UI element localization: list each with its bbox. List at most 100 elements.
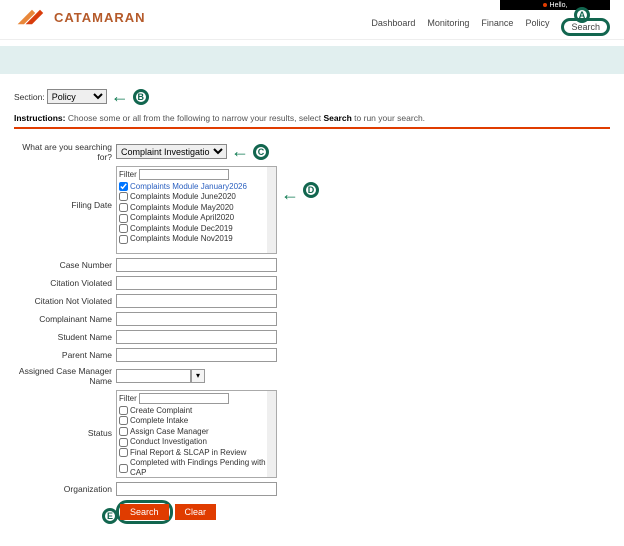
status-listbox[interactable]: Filter Create ComplaintComplete IntakeAs…: [116, 390, 277, 478]
option-label: Complaints Module April2020: [130, 213, 234, 223]
assigned-manager-dropdown-button[interactable]: ▾: [191, 369, 205, 383]
checkbox[interactable]: [119, 416, 128, 425]
search-for-select[interactable]: Complaint Investigation: [116, 144, 227, 159]
option-label: Complaints Module Dec2019: [130, 224, 233, 234]
assigned-manager-input[interactable]: [116, 369, 191, 383]
citation-not-violated-row: Citation Not Violated: [14, 294, 610, 308]
assigned-manager-combo[interactable]: ▾: [116, 369, 205, 383]
filing-date-filter-input[interactable]: [139, 169, 229, 180]
option-label: Conduct Investigation: [130, 437, 207, 447]
filing-date-option[interactable]: Complaints Module May2020: [119, 202, 274, 213]
header-band: [0, 46, 624, 74]
checkbox[interactable]: [119, 203, 128, 212]
brand-logo: CATAMARAN: [16, 8, 146, 26]
button-row: E Search Clear: [14, 500, 610, 524]
complainant-name-input[interactable]: [116, 312, 277, 326]
filing-date-option[interactable]: Complaints Module January2026: [119, 181, 274, 192]
marker-b: B: [133, 89, 149, 105]
nav-monitoring[interactable]: Monitoring: [427, 18, 469, 36]
filter-label: Filter: [119, 394, 137, 403]
status-option[interactable]: Create Complaint: [119, 405, 274, 416]
section-row: Section: Policy ← B: [14, 86, 610, 107]
filing-date-option[interactable]: Complaints Module Dec2019: [119, 223, 274, 234]
marker-d: D: [303, 182, 319, 198]
status-option[interactable]: Final Report & SLCAP in Review: [119, 447, 274, 458]
organization-row: Organization: [14, 482, 610, 496]
hello-text: Hello,: [550, 2, 568, 9]
citation-not-violated-input[interactable]: [116, 294, 277, 308]
instructions: Instructions: Choose some or all from th…: [14, 113, 610, 123]
citation-violated-input[interactable]: [116, 276, 277, 290]
filing-date-option[interactable]: Complaints Module June2020: [119, 192, 274, 203]
checkbox[interactable]: [119, 235, 128, 244]
marker-e: E: [102, 508, 118, 524]
checkbox[interactable]: [119, 182, 128, 191]
filter-label: Filter: [119, 170, 137, 179]
section-label: Section:: [14, 92, 45, 102]
main-nav: Dashboard Monitoring Finance Policy Sear…: [371, 18, 610, 36]
checkbox[interactable]: [119, 192, 128, 201]
filing-date-row: Filing Date Filter Complaints Module Jan…: [14, 166, 610, 254]
option-label: Completed with Findings Pending with CAP: [130, 458, 274, 477]
top-bar: CATAMARAN Hello, A Dashboard Monitoring …: [0, 0, 624, 40]
status-option[interactable]: Conduct Investigation: [119, 437, 274, 448]
scrollbar[interactable]: [267, 167, 276, 253]
organization-input[interactable]: [116, 482, 277, 496]
complainant-name-label: Complainant Name: [14, 314, 116, 324]
filing-date-listbox[interactable]: Filter Complaints Module January2026Comp…: [116, 166, 277, 254]
citation-not-violated-label: Citation Not Violated: [14, 296, 116, 306]
option-label: Complaints Module June2020: [130, 192, 236, 202]
nav-search[interactable]: Search: [561, 18, 610, 36]
marker-c: C: [253, 144, 269, 160]
clear-button[interactable]: Clear: [175, 504, 217, 520]
nav-dashboard[interactable]: Dashboard: [371, 18, 415, 36]
student-name-label: Student Name: [14, 332, 116, 342]
arrow-icon: ←: [281, 184, 299, 205]
arrow-icon: ←: [111, 86, 129, 107]
instructions-bold: Search: [323, 113, 351, 123]
checkbox[interactable]: [119, 438, 128, 447]
search-highlight-ring: Search: [116, 500, 173, 524]
catamaran-icon: [16, 8, 48, 26]
filing-date-option[interactable]: Complaints Module April2020: [119, 213, 274, 224]
nav-finance[interactable]: Finance: [481, 18, 513, 36]
case-number-input[interactable]: [116, 258, 277, 272]
case-number-label: Case Number: [14, 260, 116, 270]
hello-bar: Hello,: [500, 0, 610, 10]
section-select[interactable]: Policy: [47, 89, 107, 104]
option-label: Complete Intake: [130, 416, 188, 426]
organization-label: Organization: [14, 484, 116, 494]
status-label: Status: [14, 390, 116, 438]
checkbox[interactable]: [119, 406, 128, 415]
status-option[interactable]: Assign Case Manager: [119, 426, 274, 437]
checkbox[interactable]: [119, 224, 128, 233]
status-option[interactable]: Completed with Findings Pending with CAP: [119, 458, 274, 478]
option-label: Assign Case Manager: [130, 427, 209, 437]
search-for-row: What are you searching for? Complaint In…: [14, 141, 610, 162]
checkbox[interactable]: [119, 427, 128, 436]
parent-name-row: Parent Name: [14, 348, 610, 362]
citation-violated-row: Citation Violated: [14, 276, 610, 290]
case-number-row: Case Number: [14, 258, 610, 272]
divider: [14, 127, 610, 129]
option-label: Complaints Module Nov2019: [130, 234, 233, 244]
status-filter-input[interactable]: [139, 393, 229, 404]
instructions-prefix: Instructions:: [14, 113, 65, 123]
filing-date-option[interactable]: Complaints Module Nov2019: [119, 234, 274, 245]
nav-policy[interactable]: Policy: [525, 18, 549, 36]
checkbox[interactable]: [119, 448, 128, 457]
checkbox[interactable]: [119, 214, 128, 223]
option-label: Final Report & SLCAP in Review: [130, 448, 246, 458]
search-button[interactable]: Search: [120, 504, 169, 520]
parent-name-input[interactable]: [116, 348, 277, 362]
student-name-input[interactable]: [116, 330, 277, 344]
filing-date-label: Filing Date: [14, 166, 116, 210]
parent-name-label: Parent Name: [14, 350, 116, 360]
status-row: Status Filter Create ComplaintComplete I…: [14, 390, 610, 478]
checkbox[interactable]: [119, 464, 128, 473]
brand-name: CATAMARAN: [54, 10, 146, 25]
option-label: Create Complaint: [130, 406, 192, 416]
status-option[interactable]: Complete Intake: [119, 416, 274, 427]
assigned-manager-label: Assigned Case Manager Name: [14, 366, 116, 386]
scrollbar[interactable]: [267, 391, 276, 477]
